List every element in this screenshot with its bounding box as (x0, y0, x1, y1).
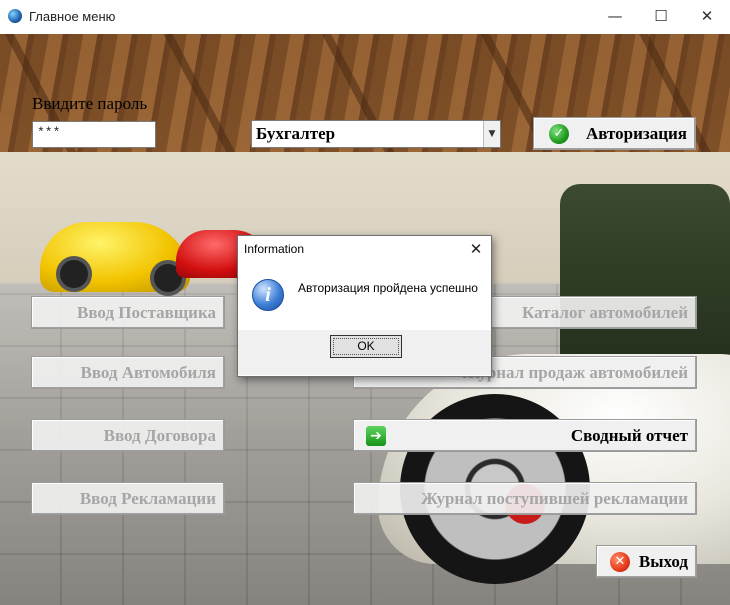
car-input-label: Ввод Автомобиля (80, 363, 217, 382)
exit-button-label: Выход (638, 552, 688, 571)
password-label: Ввидите пароль (32, 94, 148, 113)
car-catalog-label: Каталог автомобилей (522, 303, 688, 322)
auth-button[interactable]: ✓ Авторизация (533, 117, 696, 150)
dialog-title: Information (244, 242, 305, 256)
summary-report-label: Сводный отчет (570, 426, 688, 445)
complaints-journal-button[interactable]: Журнал поступившей рекламации (353, 482, 697, 515)
sales-journal-label: Журнал продаж автомобилей (462, 363, 688, 382)
information-dialog: Information ✕ i Авторизация пройдена усп… (237, 235, 492, 377)
main-menu-window: Главное меню — ☐ ✕ Ввидите пароль *** Бу… (0, 0, 730, 605)
supplier-input-button[interactable]: Ввод Поставщика (31, 296, 225, 329)
complaint-input-button[interactable]: Ввод Рекламации (31, 482, 225, 515)
car-input-button[interactable]: Ввод Автомобиля (31, 356, 225, 389)
arrow-right-icon: ➔ (366, 426, 386, 446)
password-input[interactable]: *** (32, 121, 156, 148)
contract-input-label: Ввод Договора (103, 426, 216, 445)
minimize-button[interactable]: — (592, 0, 638, 33)
auth-button-label: Авторизация (585, 124, 687, 143)
check-icon: ✓ (549, 124, 569, 144)
supplier-input-label: Ввод Поставщика (77, 303, 216, 322)
ok-button[interactable]: OK (330, 335, 402, 358)
globe-icon (8, 9, 22, 23)
role-select-value: Бухгалтер (256, 124, 336, 143)
info-icon: i (252, 279, 284, 311)
dialog-message: Авторизация пройдена успешно (298, 281, 478, 295)
complaint-input-label: Ввод Рекламации (79, 489, 216, 508)
close-button[interactable]: ✕ (684, 0, 730, 33)
contract-input-button[interactable]: Ввод Договора (31, 419, 225, 452)
role-select[interactable]: Бухгалтер ▼ (251, 120, 501, 148)
exit-button[interactable]: ✕ Выход (596, 545, 697, 578)
title-bar: Главное меню — ☐ ✕ (0, 0, 730, 35)
close-circle-icon: ✕ (610, 552, 630, 572)
chevron-down-icon[interactable]: ▼ (483, 121, 500, 147)
maximize-button[interactable]: ☐ (638, 0, 684, 33)
dialog-title-bar: Information ✕ (238, 236, 491, 262)
yellow-car-wheel (56, 256, 92, 292)
dialog-body: i Авторизация пройдена успешно (238, 262, 491, 330)
dialog-close-button[interactable]: ✕ (463, 236, 489, 262)
complaints-journal-label: Журнал поступившей рекламации (420, 489, 688, 508)
dialog-footer: OK (238, 330, 491, 375)
summary-report-button[interactable]: ➔ Сводный отчет (353, 419, 697, 452)
window-title: Главное меню (29, 9, 116, 24)
